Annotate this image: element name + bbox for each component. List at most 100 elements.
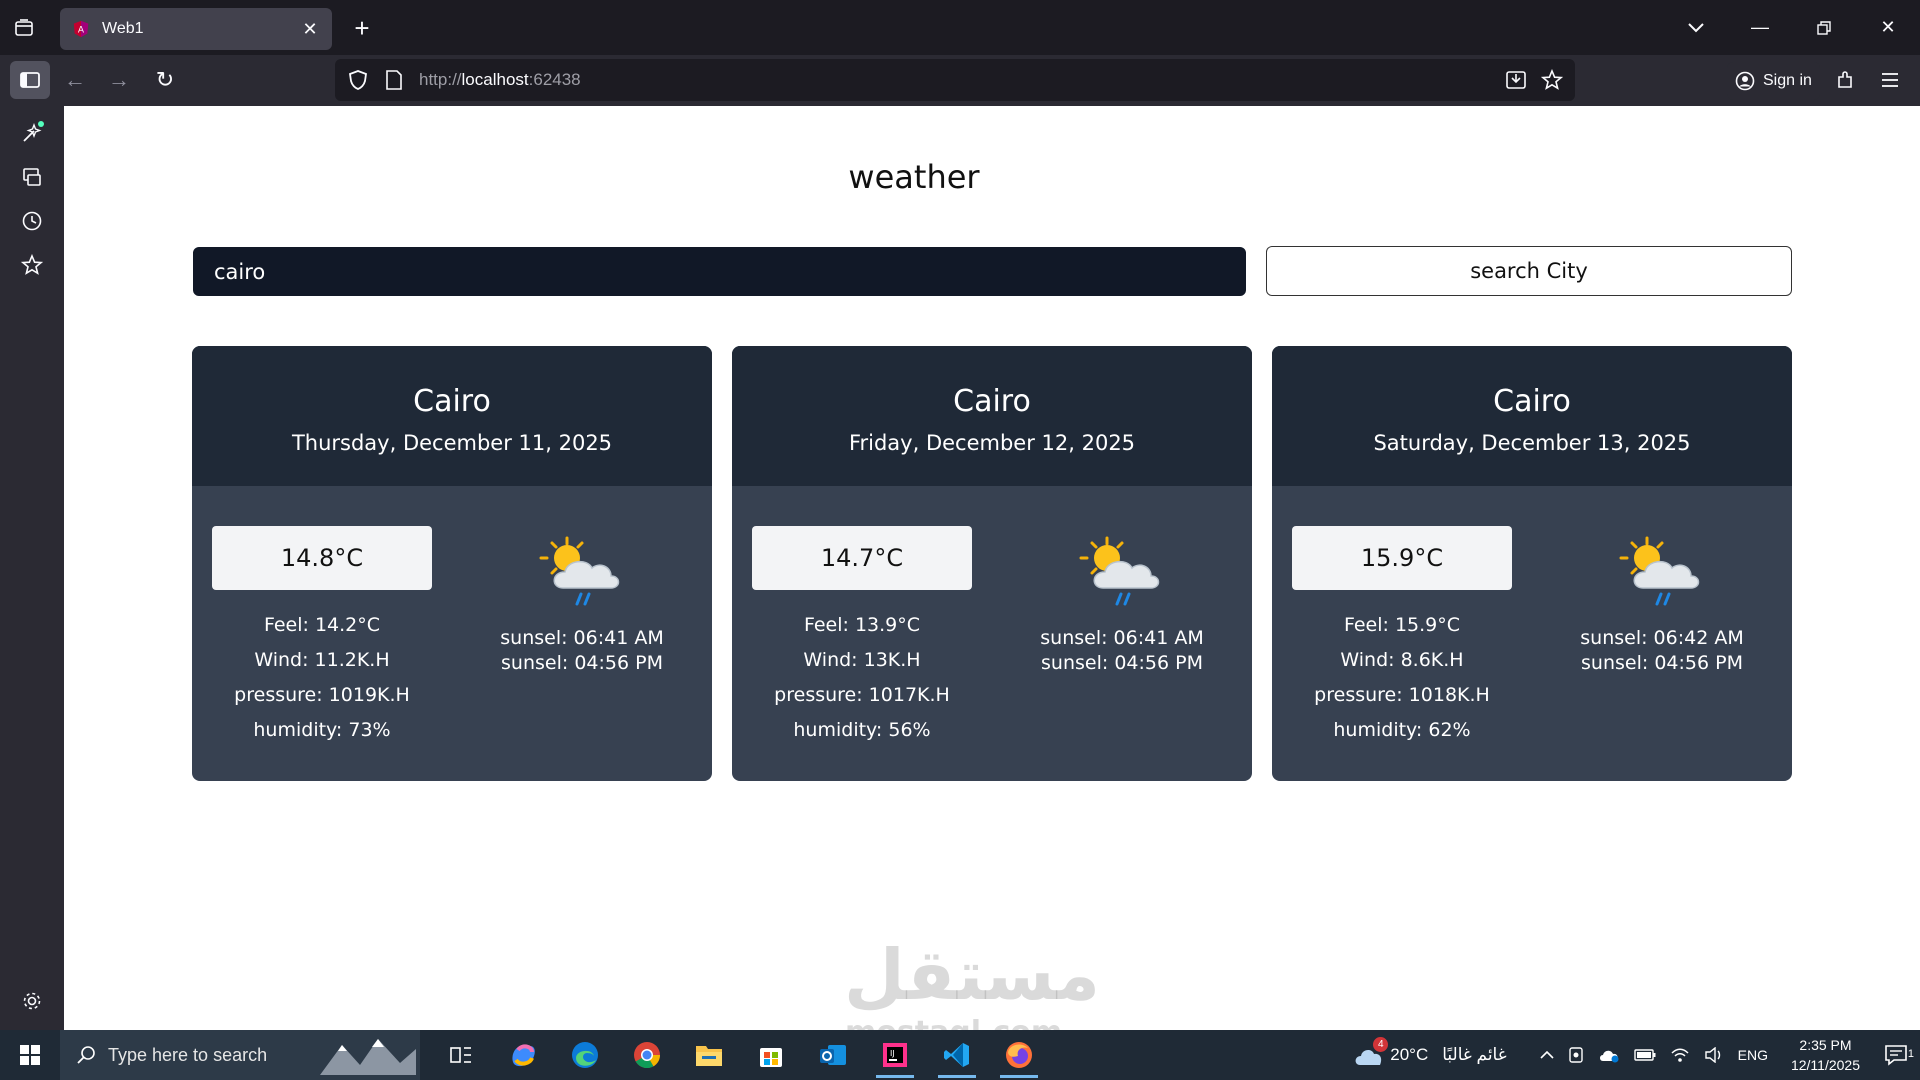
sun-cloud-rain-icon [539, 536, 620, 606]
card-pressure: pressure: 1019K.H [234, 684, 410, 706]
vscode-icon[interactable] [926, 1030, 988, 1080]
taskbar-clock[interactable]: 2:35 PM 12/11/2025 [1791, 1035, 1860, 1075]
forecast-card: Cairo Saturday, December 13, 2025 15.9°C… [1272, 346, 1792, 781]
card-sunrise: sunsel: 06:41 AM [1040, 627, 1204, 649]
close-tab-icon[interactable]: ✕ [300, 19, 320, 39]
jetbrains-ide-icon[interactable]: IJ [864, 1030, 926, 1080]
url-text[interactable]: http://localhost:62438 [419, 70, 1505, 90]
onedrive-icon[interactable] [1598, 1047, 1620, 1063]
card-sun-times: sunsel: 06:41 AM sunsel: 04:56 PM [1002, 626, 1242, 676]
new-tab-icon[interactable]: + [348, 14, 376, 42]
card-humidity: humidity: 56% [793, 719, 931, 741]
card-header: Cairo Thursday, December 11, 2025 [192, 346, 712, 486]
card-details: Feel: 13.9°C Wind: 13K.H pressure: 1017K… [752, 608, 972, 748]
card-pressure: pressure: 1017K.H [774, 684, 950, 706]
card-feel: Feel: 15.9°C [1343, 614, 1461, 636]
card-sun-times: sunsel: 06:42 AM sunsel: 04:56 PM [1542, 626, 1782, 676]
card-wind: Wind: 11.2K.H [254, 649, 390, 671]
search-icon [77, 1046, 95, 1064]
ai-chatbot-icon[interactable] [19, 120, 45, 146]
sign-in-button[interactable]: Sign in [1727, 62, 1820, 100]
taskbar-weather-widget[interactable]: 4 20°C غائم غالبًا [1352, 1037, 1507, 1067]
card-details: Feel: 14.2°C Wind: 11.2K.H pressure: 101… [212, 608, 432, 748]
card-sunset: sunsel: 04:56 PM [1581, 652, 1743, 674]
card-pressure: pressure: 1018K.H [1314, 684, 1490, 706]
back-icon[interactable]: ← [60, 65, 90, 95]
windows-start-icon[interactable] [0, 1030, 60, 1080]
outlook-icon[interactable] [802, 1030, 864, 1080]
card-sun-times: sunsel: 06:41 AM sunsel: 04:56 PM [462, 626, 702, 676]
sun-cloud-rain-icon [1619, 536, 1700, 606]
browser-tab[interactable]: A Web1 ✕ [60, 8, 332, 50]
chrome-icon[interactable] [616, 1030, 678, 1080]
card-sunrise: sunsel: 06:41 AM [500, 627, 664, 649]
weather-description: غائم غالبًا [1442, 1045, 1507, 1064]
card-city: Cairo [1493, 384, 1571, 419]
file-explorer-icon[interactable] [678, 1030, 740, 1080]
search-city-button[interactable]: search City [1266, 246, 1792, 296]
close-window-icon[interactable]: ✕ [1856, 0, 1920, 55]
mostaql-watermark: مستقل [844, 934, 1101, 1016]
clock-date: 12/11/2025 [1790, 1057, 1860, 1073]
card-feel: Feel: 14.2°C [263, 614, 381, 636]
history-clock-icon[interactable] [19, 208, 45, 234]
minimize-icon[interactable]: — [1728, 0, 1792, 55]
settings-gear-icon[interactable] [19, 988, 45, 1014]
card-date: Saturday, December 13, 2025 [1373, 431, 1691, 455]
notifications-icon[interactable]: 1 [1872, 1044, 1920, 1066]
card-sunrise: sunsel: 06:42 AM [1580, 627, 1744, 649]
city-search-input[interactable]: cairo [193, 247, 1246, 296]
shield-icon[interactable] [347, 69, 369, 91]
card-humidity: humidity: 73% [253, 719, 391, 741]
reload-icon[interactable]: ↻ [150, 65, 180, 95]
url-host: localhost [461, 70, 529, 89]
sun-cloud-rain-icon [1079, 536, 1160, 606]
account-icon [1735, 71, 1755, 91]
tab-overflow-chevron-icon[interactable] [1664, 0, 1728, 55]
sidebar-toggle-icon[interactable] [10, 61, 50, 99]
svg-text:IJ: IJ [890, 1049, 895, 1058]
tab-list-icon[interactable] [10, 14, 38, 42]
bookmark-star-icon[interactable] [1541, 69, 1563, 91]
synced-tabs-icon[interactable] [19, 164, 45, 190]
edge-icon[interactable] [554, 1030, 616, 1080]
restore-icon[interactable] [1792, 0, 1856, 55]
forecast-card: Cairo Thursday, December 11, 2025 14.8°C… [192, 346, 712, 781]
show-hidden-icons-chevron-icon[interactable] [1540, 1050, 1554, 1060]
extensions-icon[interactable] [1830, 65, 1860, 95]
browser-sidebar [0, 106, 64, 1030]
task-view-icon[interactable] [430, 1030, 492, 1080]
taskbar-search-placeholder: Type here to search [108, 1044, 268, 1065]
taskbar-search-box[interactable]: Type here to search [60, 1030, 420, 1080]
microsoft-store-icon[interactable] [740, 1030, 802, 1080]
card-temperature: 15.9°C [1292, 526, 1512, 590]
bookmarks-star-icon[interactable] [19, 252, 45, 278]
wifi-icon[interactable] [1670, 1047, 1690, 1063]
copilot-icon[interactable] [492, 1030, 554, 1080]
url-scheme: http:// [419, 70, 462, 89]
notification-count-badge: 1 [1907, 1048, 1914, 1060]
tab-title: Web1 [102, 20, 144, 37]
save-to-pocket-icon[interactable] [1505, 69, 1527, 91]
battery-icon[interactable] [1633, 1049, 1656, 1061]
mountains-icon [320, 1039, 416, 1075]
firefox-icon[interactable] [988, 1030, 1050, 1080]
card-date: Friday, December 12, 2025 [848, 431, 1136, 455]
url-port: :62438 [528, 70, 581, 89]
weather-alert-badge: 4 [1373, 1037, 1389, 1052]
language-indicator[interactable]: ENG [1738, 1047, 1768, 1063]
card-city: Cairo [953, 384, 1031, 419]
volume-icon[interactable] [1704, 1047, 1724, 1063]
meet-now-icon[interactable] [1568, 1046, 1584, 1064]
svg-text:A: A [78, 26, 85, 36]
page-icon[interactable] [385, 69, 403, 91]
card-date: Thursday, December 11, 2025 [291, 431, 613, 455]
browser-tab-strip: A Web1 ✕ + — ✕ [0, 0, 1920, 55]
card-header: Cairo Saturday, December 13, 2025 [1272, 346, 1792, 486]
windows-taskbar: Type here to search IJ 4 20°C غائم غالبً… [0, 1030, 1920, 1080]
card-humidity: humidity: 62% [1333, 719, 1471, 741]
address-bar[interactable]: http://localhost:62438 [335, 59, 1575, 101]
forward-icon[interactable]: → [104, 65, 134, 95]
card-header: Cairo Friday, December 12, 2025 [732, 346, 1252, 486]
menu-icon[interactable] [1875, 65, 1905, 95]
